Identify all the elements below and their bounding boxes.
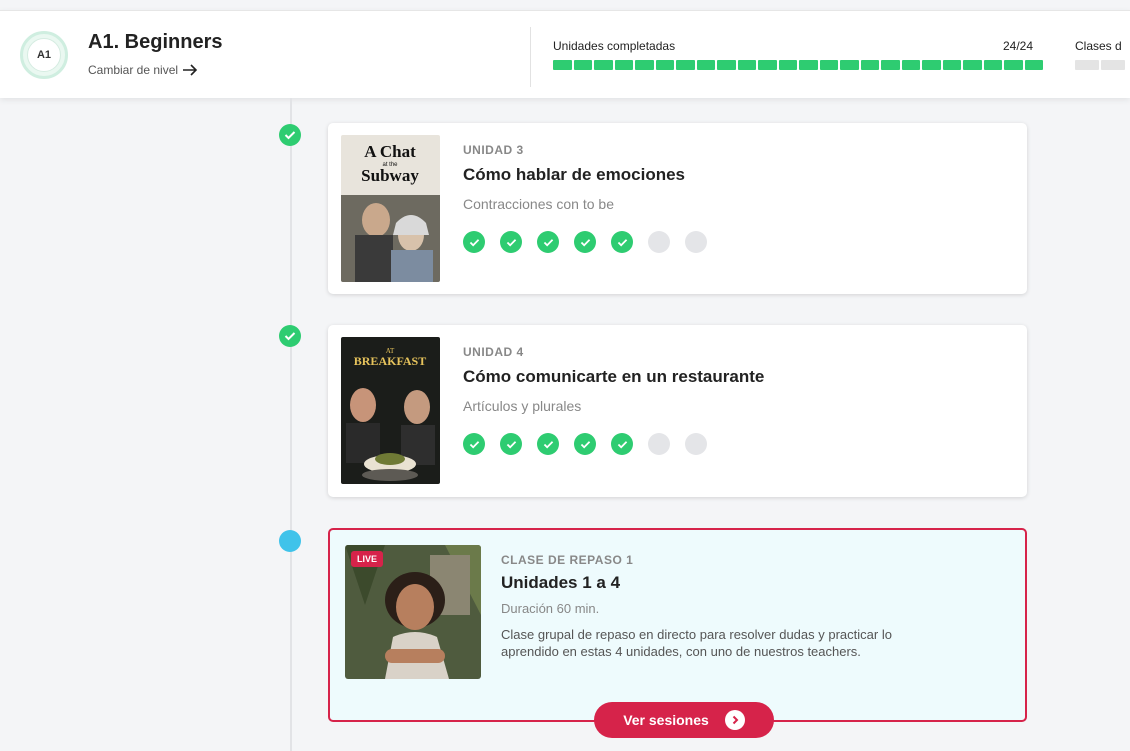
unit-4-thumb-title: BREAKFAST (354, 354, 426, 368)
lesson-pending-icon (685, 231, 707, 253)
unit-3-lesson-progress (463, 231, 707, 253)
units-progress-segment (881, 60, 900, 70)
classes-progress-segment (1075, 60, 1099, 70)
unit-3-subtitle: Contracciones con to be (463, 196, 614, 212)
lesson-done-check-icon (574, 433, 596, 455)
units-progress-segment (860, 60, 879, 70)
change-level-label: Cambiar de nivel (88, 63, 179, 77)
units-progress-segment (614, 60, 633, 70)
units-progress-segment (573, 60, 592, 70)
units-progress-segment (963, 60, 982, 70)
lesson-done-check-icon (537, 231, 559, 253)
lesson-done-check-icon (537, 433, 559, 455)
live-class-label: CLASE DE REPASO 1 (501, 553, 634, 567)
unit-3-done-icon (279, 124, 301, 146)
level-title: A1. Beginners (88, 31, 223, 53)
lesson-done-check-icon (500, 231, 522, 253)
units-progress-segment (758, 60, 777, 70)
units-progress-segment (676, 60, 695, 70)
unit-4-label: UNIDAD 4 (463, 345, 524, 359)
unit-4-thumbnail: AT BREAKFAST (341, 337, 440, 484)
unit-3-thumb-subway: Subway (361, 166, 419, 185)
units-progress-segment (635, 60, 654, 70)
unit-4-subtitle: Artículos y plurales (463, 398, 582, 414)
lesson-done-check-icon (611, 433, 633, 455)
units-progress-segment (717, 60, 736, 70)
view-sessions-label: Ver sesiones (623, 712, 709, 728)
units-progress-segment (901, 60, 920, 70)
units-completed-count: 24/24 (1003, 39, 1034, 53)
units-progress-segment (737, 60, 756, 70)
units-progress-segment (922, 60, 941, 70)
unit-3-label: UNIDAD 3 (463, 143, 524, 157)
arrow-right-icon (183, 64, 198, 76)
unit-4-title: Cómo comunicarte en un restaurante (463, 367, 765, 386)
timeline-line (290, 98, 292, 751)
view-sessions-button[interactable]: Ver sesiones (594, 702, 774, 738)
units-progress-segment (819, 60, 838, 70)
live-class-thumbnail: LIVE (345, 545, 481, 679)
live-badge: LIVE (351, 551, 384, 567)
classes-progress-segment (1101, 60, 1125, 70)
units-progress-segment (942, 60, 961, 70)
lesson-pending-icon (648, 231, 670, 253)
unit-card-4[interactable]: AT BREAKFAST UNIDAD 4 Cómo comunicarte e… (328, 325, 1027, 497)
unit-4-done-icon (279, 325, 301, 347)
header-divider (530, 27, 531, 87)
units-progress-segment (594, 60, 613, 70)
units-progress-segment (553, 60, 572, 70)
units-completed-label: Unidades completadas (553, 39, 676, 53)
units-progress-segment (655, 60, 674, 70)
live-class-description: Clase grupal de repaso en directo para r… (501, 627, 892, 659)
units-progress-segment (840, 60, 859, 70)
unit-card-3[interactable]: A Chat at the Subway UNIDAD 3 Cómo habla… (328, 123, 1027, 294)
units-progress-segment (696, 60, 715, 70)
units-progress-bar (553, 60, 1043, 70)
classes-label: Clases d (1075, 39, 1122, 53)
units-progress-segment (983, 60, 1002, 70)
lesson-done-check-icon (574, 231, 596, 253)
unit-3-thumb-title: A Chat (364, 142, 416, 161)
units-progress-segment (778, 60, 797, 70)
live-class-duration: Duración 60 min. (501, 601, 600, 616)
unit-3-title: Cómo hablar de emociones (463, 165, 685, 184)
lesson-pending-icon (685, 433, 707, 455)
level-header: A1 A1. Beginners Cambiar de nivel Unidad… (0, 10, 1130, 98)
lesson-done-check-icon (463, 231, 485, 253)
unit-4-lesson-progress (463, 433, 707, 455)
units-progress-segment (1024, 60, 1043, 70)
lesson-done-check-icon (500, 433, 522, 455)
units-progress-segment (1004, 60, 1023, 70)
units-progress-segment (799, 60, 818, 70)
unit-3-thumbnail: A Chat at the Subway (341, 135, 440, 282)
change-level-link[interactable]: Cambiar de nivel (88, 63, 198, 77)
lesson-done-check-icon (463, 433, 485, 455)
chevron-right-icon (724, 710, 745, 730)
classes-progress-bar (1075, 60, 1125, 70)
live-class-title: Unidades 1 a 4 (501, 573, 621, 592)
lesson-pending-icon (648, 433, 670, 455)
level-badge-icon: A1 (20, 31, 68, 79)
level-badge-text: A1 (27, 38, 61, 72)
lesson-done-check-icon (611, 231, 633, 253)
live-class-dot (279, 530, 301, 552)
live-class-card[interactable]: LIVE CLASE DE REPASO 1 Unidades 1 a 4 Du… (328, 528, 1027, 722)
